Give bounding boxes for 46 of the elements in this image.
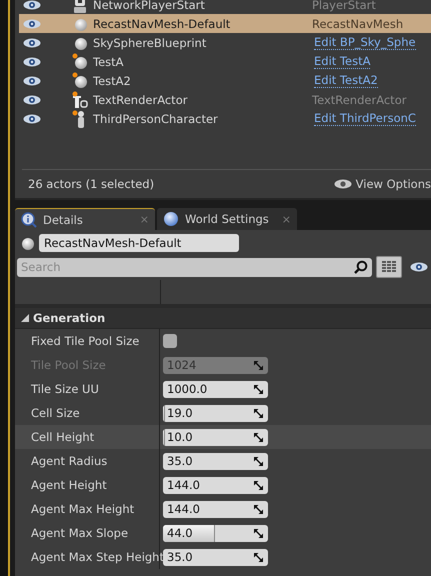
number-field[interactable]: 10.0 [163,428,268,446]
edit-link[interactable]: Edit ThirdPersonC [314,111,416,126]
edit-link[interactable]: Edit BP_Sky_Sphe [314,35,416,50]
number-field[interactable]: 1000.0 [163,380,268,398]
actor-name: TextRenderActor [93,92,188,106]
actor-name: NetworkPlayerStart [93,0,206,12]
number-field[interactable]: 144.0 [163,476,268,494]
view-options-button[interactable]: View Options [334,177,431,191]
outliner-row[interactable]: TestA2 Edit TestA2 [19,71,431,90]
edit-link[interactable]: Edit TestA2 [314,73,378,88]
property-label: Tile Size UU [31,382,99,396]
property-label: Agent Max Slope [31,526,128,540]
actor-type: PlayerStart [312,0,376,12]
outliner-row[interactable]: TestA Edit TestA [19,52,431,71]
actor-name: RecastNavMesh-Default [93,16,232,30]
property-label: Agent Radius [31,454,108,468]
property-label: Fixed Tile Pool Size [31,334,140,348]
section-title: Generation [33,311,106,325]
edit-link[interactable]: Edit TestA [314,54,370,69]
search-field[interactable]: Search [17,258,372,276]
property-label: Cell Size [31,406,80,420]
number-field[interactable]: 35.0 [163,452,268,470]
number-field[interactable]: 35.0 [163,548,268,566]
number-field[interactable]: 44.0 [163,524,268,542]
actor-name: TestA [93,54,125,68]
actor-count: 26 actors (1 selected) [28,177,154,191]
property-label: Cell Height [31,430,94,444]
number-field[interactable]: 19.0 [163,404,268,422]
number-field[interactable]: 144.0 [163,500,268,518]
property-label: Agent Height [31,478,107,492]
outliner-row[interactable]: SkySphereBlueprint Edit BP_Sky_Sphe [19,33,431,52]
actor-type: TextRenderActor [312,92,406,106]
outliner-row[interactable]: NetworkPlayerStart PlayerStart [19,0,431,14]
panel-tab[interactable]: World Settings [185,212,276,226]
property-label: Agent Max Height [31,502,134,516]
actor-name: TestA2 [93,74,132,88]
outliner-row[interactable]: RecastNavMesh-Default RecastNavMesh [19,14,431,33]
actor-name: SkySphereBlueprint [93,36,208,50]
outliner-row[interactable]: ThirdPersonCharacter Edit ThirdPersonC [19,109,431,128]
actor-name: ThirdPersonCharacter [93,112,219,126]
actor-type: RecastNavMesh [312,16,404,30]
property-label: Tile Pool Size [31,358,106,372]
panel-tab[interactable]: Details [43,212,134,226]
property-label: Agent Max Step Height [31,550,164,564]
outliner-row[interactable]: TextRenderActor TextRenderActor [19,90,431,109]
name-field[interactable]: RecastNavMesh-Default [39,234,239,252]
